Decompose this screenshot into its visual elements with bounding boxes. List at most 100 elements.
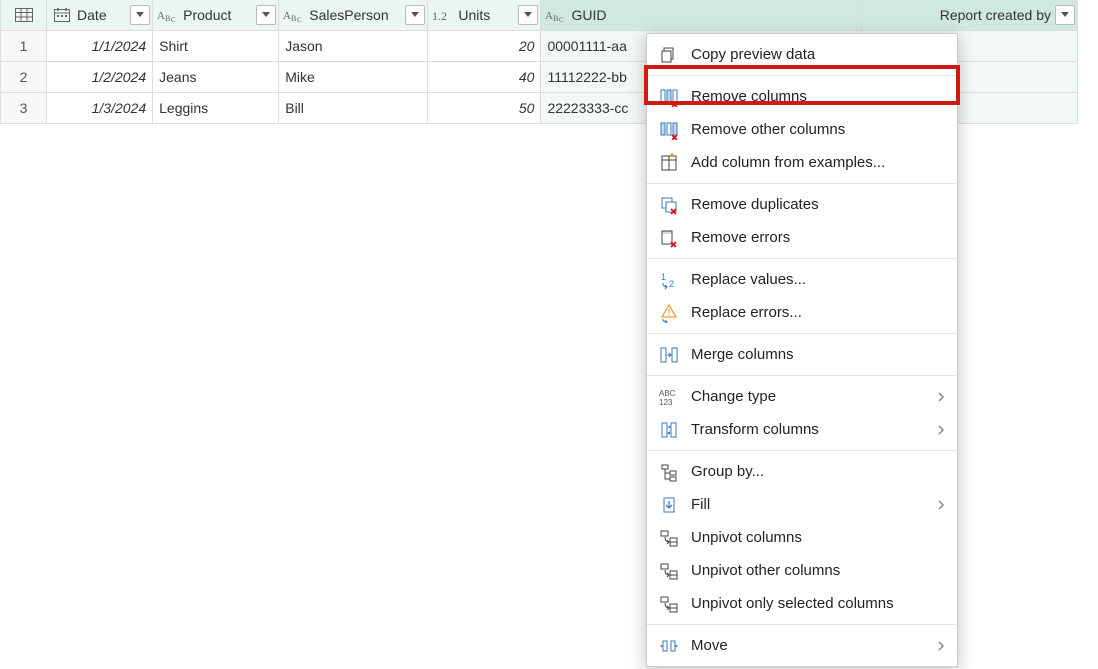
menu-separator [647, 183, 957, 184]
transform-columns-icon [657, 418, 681, 442]
menu-remove-columns[interactable]: Remove columns [647, 80, 957, 113]
chevron-right-icon [935, 391, 947, 403]
remove-columns-icon [657, 85, 681, 109]
svg-text:A: A [283, 10, 291, 22]
menu-label: Unpivot columns [691, 529, 947, 546]
row-number: 2 [1, 62, 47, 93]
menu-label: Group by... [691, 463, 947, 480]
replace-values-icon: 12 [657, 268, 681, 292]
svg-text:123: 123 [659, 398, 673, 407]
menu-unpivot-only-selected-columns[interactable]: Unpivot only selected columns [647, 587, 957, 620]
menu-merge-columns[interactable]: Merge columns [647, 338, 957, 371]
text-type-icon: ABC [545, 6, 567, 24]
column-label: Report created by [866, 7, 1051, 23]
menu-label: Transform columns [691, 421, 935, 438]
remove-duplicates-icon [657, 193, 681, 217]
table-icon [13, 6, 35, 24]
column-header-date[interactable]: Date [47, 0, 153, 31]
column-label: Units [458, 7, 514, 23]
cell-units: 20 [428, 31, 540, 61]
menu-label: Move [691, 637, 935, 654]
fill-icon [657, 493, 681, 517]
copy-icon [657, 43, 681, 67]
filter-button[interactable] [518, 5, 538, 25]
svg-text:2: 2 [669, 279, 674, 289]
menu-label: Replace values... [691, 271, 947, 288]
cell-product: Shirt [153, 31, 278, 61]
menu-label: Replace errors... [691, 304, 947, 321]
menu-label: Fill [691, 496, 935, 513]
merge-columns-icon [657, 343, 681, 367]
menu-replace-values[interactable]: 12 Replace values... [647, 263, 957, 296]
menu-label: Merge columns [691, 346, 947, 363]
table-corner[interactable] [1, 0, 47, 31]
cell-salesperson: Jason [279, 31, 427, 61]
menu-label: Remove errors [691, 229, 947, 246]
chevron-right-icon [935, 640, 947, 652]
cell-product: Leggins [153, 93, 278, 123]
menu-separator [647, 333, 957, 334]
svg-text:A: A [157, 10, 165, 22]
chevron-right-icon [935, 424, 947, 436]
menu-label: Copy preview data [691, 46, 947, 63]
column-label: Product [183, 7, 252, 23]
text-type-icon: ABC [157, 6, 179, 24]
menu-replace-errors[interactable]: Replace errors... [647, 296, 957, 329]
move-icon [657, 634, 681, 658]
column-header-units[interactable]: 1.2 Units [428, 0, 541, 31]
menu-separator [647, 624, 957, 625]
svg-text:1.2: 1.2 [432, 9, 447, 23]
menu-separator [647, 375, 957, 376]
unpivot-icon [657, 526, 681, 550]
column-label: Date [77, 7, 126, 23]
menu-unpivot-columns[interactable]: Unpivot columns [647, 521, 957, 554]
menu-label: Unpivot only selected columns [691, 595, 947, 612]
svg-text:A: A [545, 10, 553, 22]
menu-label: Remove columns [691, 88, 947, 105]
cell-date: 1/3/2024 [47, 93, 152, 123]
header-row: Date ABC Product ABC S [1, 0, 1078, 31]
number-type-icon: 1.2 [432, 6, 454, 24]
menu-group-by[interactable]: Group by... [647, 455, 957, 488]
filter-button[interactable] [405, 5, 425, 25]
svg-text:B: B [165, 14, 170, 23]
column-label: GUID [571, 7, 858, 23]
menu-separator [647, 450, 957, 451]
column-header-report-created-by[interactable]: Report created by [861, 0, 1077, 31]
menu-add-column-from-examples[interactable]: Add column from examples... [647, 146, 957, 179]
date-type-icon [51, 6, 73, 24]
menu-remove-duplicates[interactable]: Remove duplicates [647, 188, 957, 221]
unpivot-selected-icon [657, 592, 681, 616]
menu-separator [647, 258, 957, 259]
unpivot-other-icon [657, 559, 681, 583]
column-label: SalesPerson [309, 7, 401, 23]
filter-button[interactable] [256, 5, 276, 25]
svg-text:C: C [171, 16, 176, 23]
menu-label: Add column from examples... [691, 154, 947, 171]
menu-change-type[interactable]: ABC123 Change type [647, 380, 957, 413]
menu-remove-other-columns[interactable]: Remove other columns [647, 113, 957, 146]
column-header-salesperson[interactable]: ABC SalesPerson [279, 0, 428, 31]
row-number: 3 [1, 93, 47, 124]
cell-date: 1/2/2024 [47, 62, 152, 92]
column-header-guid[interactable]: ABC GUID [541, 0, 861, 31]
menu-transform-columns[interactable]: Transform columns [647, 413, 957, 446]
menu-label: Remove duplicates [691, 196, 947, 213]
menu-label: Unpivot other columns [691, 562, 947, 579]
filter-button[interactable] [1055, 5, 1075, 25]
replace-errors-icon [657, 301, 681, 325]
cell-units: 50 [428, 93, 540, 123]
svg-text:ABC: ABC [659, 389, 676, 398]
menu-copy-preview-data[interactable]: Copy preview data [647, 38, 957, 71]
menu-separator [647, 75, 957, 76]
text-type-icon: ABC [283, 6, 305, 24]
menu-move[interactable]: Move [647, 629, 957, 662]
column-header-product[interactable]: ABC Product [153, 0, 279, 31]
cell-salesperson: Bill [279, 93, 427, 123]
menu-unpivot-other-columns[interactable]: Unpivot other columns [647, 554, 957, 587]
menu-fill[interactable]: Fill [647, 488, 957, 521]
row-number: 1 [1, 31, 47, 62]
menu-remove-errors[interactable]: Remove errors [647, 221, 957, 254]
cell-product: Jeans [153, 62, 278, 92]
filter-button[interactable] [130, 5, 150, 25]
